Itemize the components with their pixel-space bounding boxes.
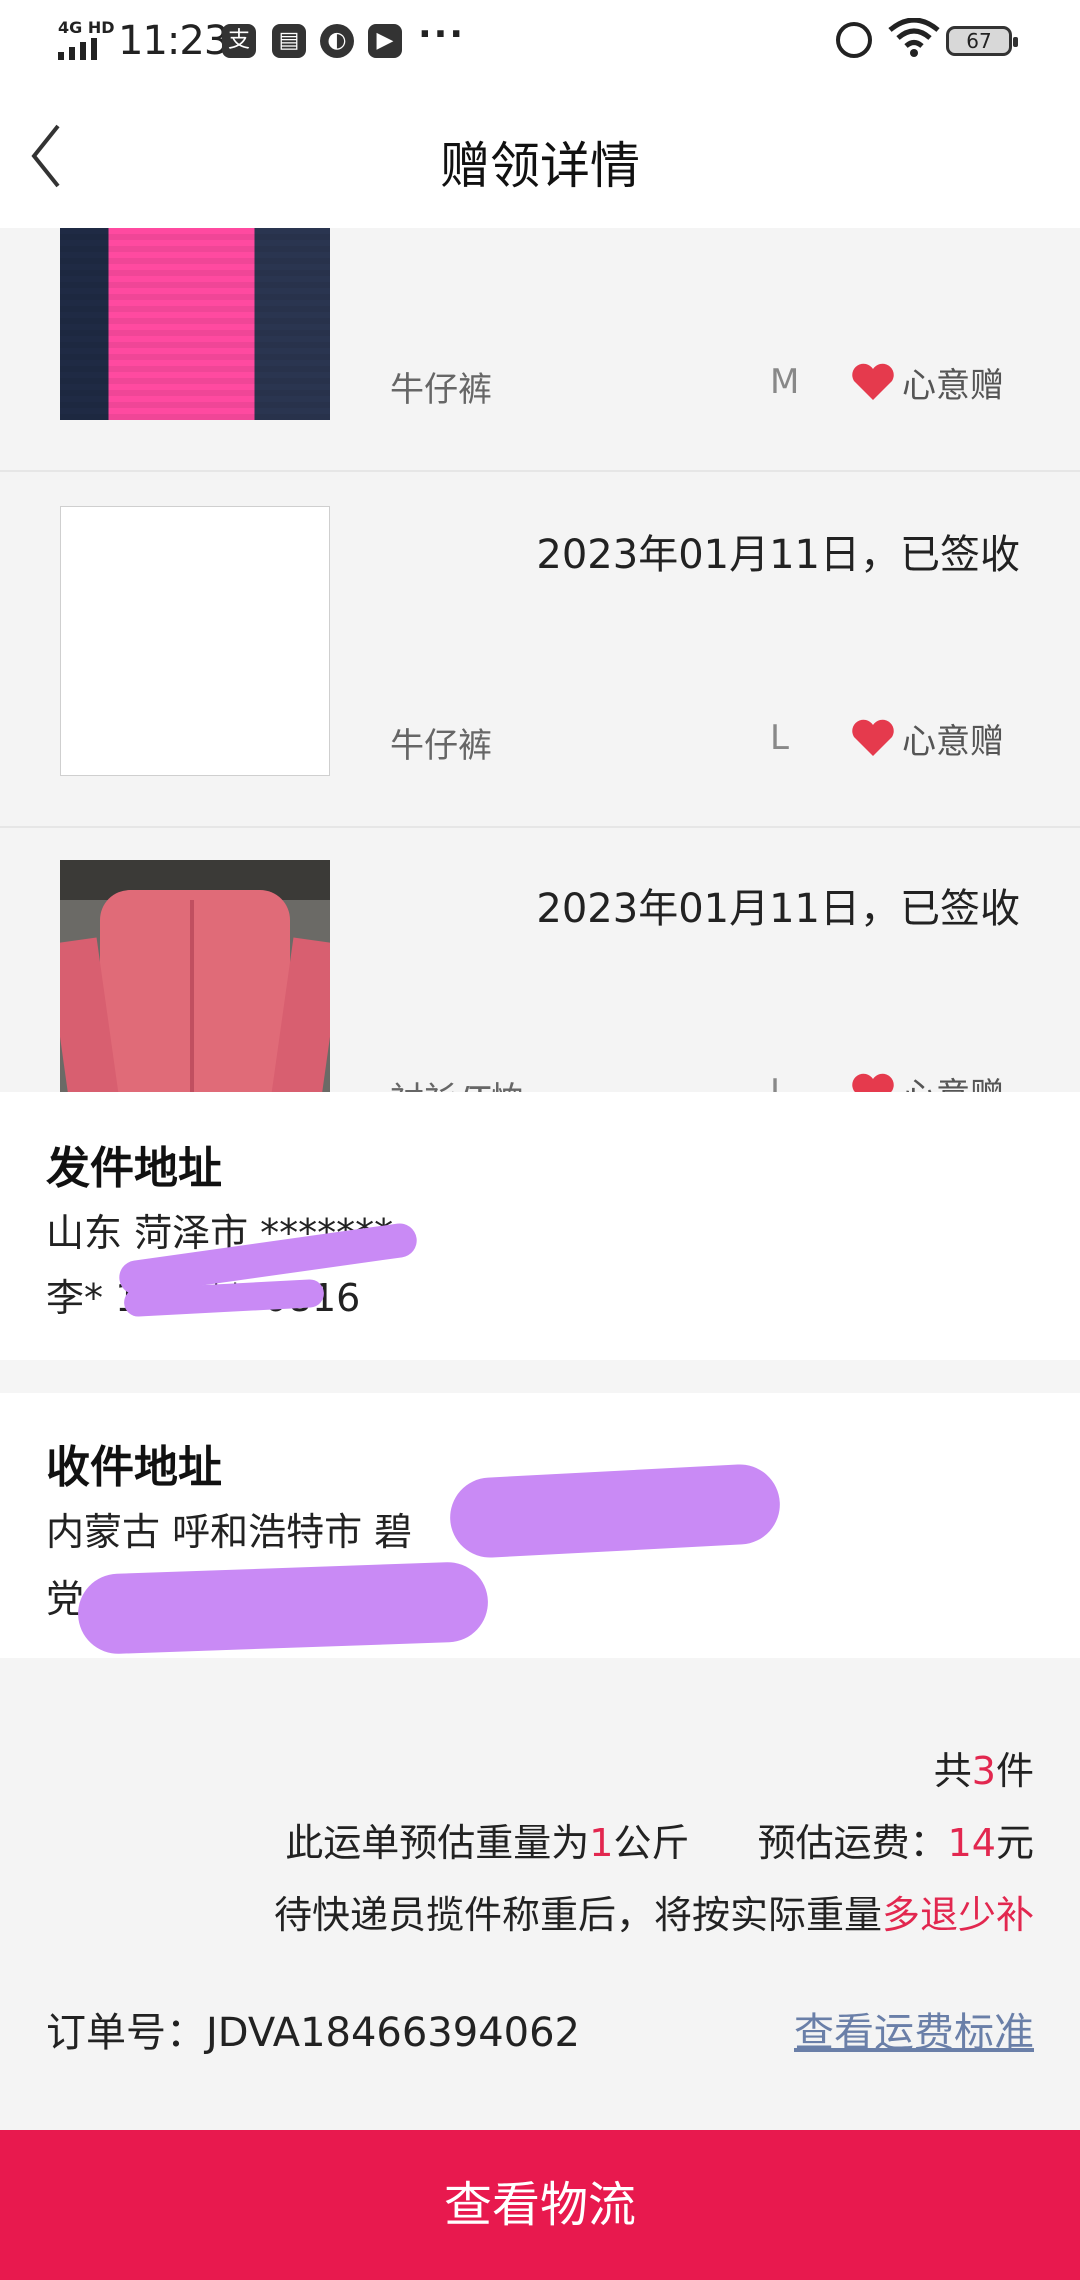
shipping-summary: 共3件 此运单预估重量为1公斤 预估运费：14元 待快递员揽件称重后，将按实际重… (0, 1660, 1080, 2130)
fee-standard-link[interactable]: 查看运费标准 (794, 2000, 1034, 2058)
weight-and-fee: 此运单预估重量为1公斤 预估运费：14元 (285, 1821, 1034, 1865)
list-item[interactable]: 牛仔裤 M 心意赠 (0, 228, 1080, 472)
item-date: 2023年01月11日，已签收 (536, 532, 1020, 578)
more-notifications-icon: ··· (418, 14, 466, 55)
sender-heading: 发件地址 (46, 1143, 222, 1194)
gift-tag: 心意赠 (850, 1068, 1004, 1092)
list-item[interactable]: 2023年01月11日，已签收 衬衫/T恤 L 心意赠 (0, 828, 1080, 1092)
item-category: 衬衫/T恤 (390, 1072, 524, 1092)
list-item[interactable]: 2023年01月11日，已签收 牛仔裤 L 心意赠 (0, 474, 1080, 828)
item-size: L (770, 1072, 789, 1092)
clock: 11:23 (118, 18, 229, 64)
sender-address-card: 发件地址 山东 菏泽市 ******* 李* 176****0816 (0, 1092, 1080, 1360)
recipient-address-card: 收件地址 内蒙古 呼和浩特市 碧 党 (0, 1393, 1080, 1658)
network-indicator: 4G HD (58, 18, 115, 37)
item-category: 牛仔裤 (390, 370, 492, 410)
item-size: L (770, 718, 789, 758)
order-number: 订单号：JDVA18466394062 (46, 2010, 581, 2056)
item-photo (60, 228, 330, 420)
gift-tag-label: 心意赠 (902, 721, 1004, 762)
item-date: 2023年01月11日，已签收 (536, 886, 1020, 932)
recipient-address: 内蒙古 呼和浩特市 碧 (46, 1510, 413, 1554)
alarm-icon (836, 22, 872, 58)
gift-tag: 心意赠 (850, 358, 1004, 406)
compass-icon: ◐ (320, 24, 354, 58)
view-logistics-button[interactable]: 查看物流 (0, 2130, 1080, 2280)
gift-tag-label: 心意赠 (902, 365, 1004, 406)
item-count: 共3件 (933, 1749, 1034, 1793)
recipient-heading: 收件地址 (46, 1442, 222, 1493)
item-list: 牛仔裤 M 心意赠 2023年01月11日，已签收 牛仔裤 L 心意赠 2023… (0, 228, 1080, 1092)
alipay-icon: 支 (222, 24, 256, 58)
signal-icon (58, 38, 106, 60)
redaction-mark (76, 1560, 490, 1656)
heart-icon (852, 363, 894, 400)
gift-tag-label: 心意赠 (902, 1068, 1004, 1093)
heart-icon (852, 719, 894, 756)
video-icon: ▶ (368, 24, 402, 58)
wifi-icon (888, 18, 940, 57)
item-photo (60, 860, 330, 1092)
battery-icon: 67 (946, 26, 1018, 56)
status-bar: 4G HD 11:23 支 ▤ ◐ ▶ ··· 67 (0, 0, 1080, 84)
redaction-mark (448, 1462, 782, 1560)
item-size: M (770, 362, 800, 402)
gift-tag: 心意赠 (850, 714, 1004, 762)
heart-icon (852, 1073, 894, 1092)
item-photo (60, 506, 330, 776)
item-category: 牛仔裤 (390, 726, 492, 766)
weight-note: 待快递员揽件称重后，将按实际重量多退少补 (273, 1893, 1034, 1937)
notes-icon: ▤ (272, 24, 306, 58)
page-title: 赠领详情 (440, 137, 640, 195)
nav-bar: 赠领详情 (0, 84, 1080, 228)
